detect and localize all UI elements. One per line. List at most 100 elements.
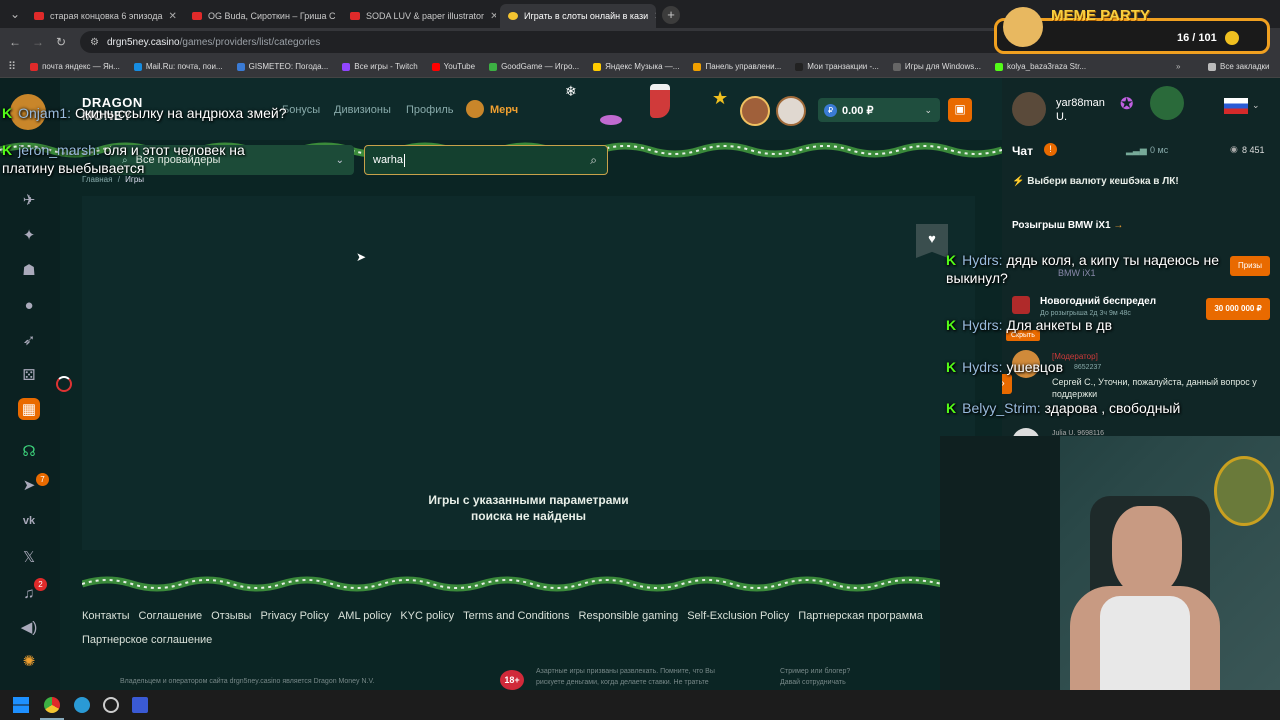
stocking-icon: [650, 84, 670, 118]
slots-icon[interactable]: ▦: [18, 398, 40, 420]
tab-search-icon[interactable]: ⌄: [4, 7, 26, 21]
meme-party-widget: MEME PARTY 16 / 101: [994, 7, 1270, 54]
bookmark-item[interactable]: Все игры - Twitch: [342, 62, 418, 71]
casino-favicon-icon: [508, 12, 518, 20]
nav-merch[interactable]: Мерч: [490, 104, 518, 116]
nav-profile[interactable]: Профиль: [406, 104, 454, 116]
bookmark-item[interactable]: GoodGame — Игро...: [489, 62, 579, 71]
footer-partner[interactable]: Стример или блогер? Давай сотрудничать: [780, 666, 850, 688]
bookmarks-bar: ⠿ почта яндекс — Ян... Mail.Ru: почта, по…: [0, 56, 1280, 78]
game-search-input[interactable]: warha ⌕: [364, 145, 608, 175]
bookmark-item[interactable]: Яндекс Музыка —...: [593, 62, 679, 71]
browser-tab[interactable]: OG Buda, Сироткин – Гриша С ✕: [184, 4, 338, 28]
browser-tab-active[interactable]: Играть в слоты онлайн в кази ✕: [500, 4, 656, 28]
footer-link[interactable]: Terms and Conditions: [463, 610, 569, 622]
user-info[interactable]: yar88man U.: [1056, 96, 1105, 124]
chat-username: Hydrs:: [962, 317, 1003, 333]
chevron-down-icon[interactable]: ⌄: [1252, 100, 1260, 111]
raffle-header[interactable]: Розыгрыш BMW iX1 →: [1012, 220, 1123, 231]
site-info-icon[interactable]: ⚙: [90, 37, 99, 48]
footer-link[interactable]: AML policy: [338, 610, 391, 622]
bookmark-item[interactable]: Mail.Ru: почта, пои...: [133, 62, 223, 71]
bookmark-item[interactable]: Панель управлени...: [693, 62, 781, 71]
avatar[interactable]: [1012, 92, 1046, 126]
footer-link[interactable]: Контакты: [82, 610, 130, 622]
url-path: /games/providers/list/categories: [179, 36, 321, 48]
back-icon[interactable]: ←: [4, 35, 26, 49]
bookmark-item[interactable]: GISMETEO: Погода...: [236, 62, 328, 71]
x-icon[interactable]: 𝕏: [18, 546, 40, 568]
chevron-down-icon[interactable]: ⌄: [924, 105, 932, 116]
chrome-icon[interactable]: [44, 697, 60, 713]
bookmark-favicon-icon: [236, 62, 245, 71]
avatar[interactable]: [776, 96, 806, 126]
bookmark-item[interactable]: kolya_baza3raza Str...: [994, 62, 1086, 71]
raffle-title: Розыгрыш BMW iX1: [1012, 220, 1111, 231]
lamp-icon[interactable]: ✺: [18, 650, 40, 672]
vk-icon[interactable]: vk: [18, 510, 40, 532]
username: yar88man: [1056, 97, 1105, 109]
obs-icon[interactable]: [103, 697, 119, 713]
footer-link[interactable]: Партнерское соглашение: [82, 634, 212, 646]
bookmark-item[interactable]: Мои транзакции -...: [795, 62, 879, 71]
footer-partner-line: Стример или блогер?: [780, 668, 851, 675]
cashback-notice[interactable]: ⚡ Выбери валюту кешбэка в ЛК!: [1012, 176, 1179, 187]
bookmark-favicon-icon: [593, 62, 602, 71]
tournament-icon[interactable]: ✦: [18, 224, 40, 246]
footer-warning: Азартные игры призваны развлекать. Помни…: [536, 666, 715, 688]
close-icon[interactable]: ✕: [163, 11, 177, 22]
dice-icon[interactable]: ⚄: [18, 364, 40, 386]
browser-tab[interactable]: SODA LUV & paper illustrator ✕: [342, 4, 496, 28]
rocket-icon[interactable]: ➶: [18, 329, 40, 351]
flag-ru-icon[interactable]: [1224, 98, 1248, 114]
notification-badge: 7: [36, 473, 49, 486]
footer-link[interactable]: Privacy Policy: [260, 610, 328, 622]
apps-icon[interactable]: ⠿: [8, 60, 16, 73]
footer-link[interactable]: Отзывы: [211, 610, 251, 622]
close-icon[interactable]: ✕: [484, 11, 496, 22]
footer-warning-line: Азартные игры призваны развлекать. Помни…: [536, 668, 715, 675]
mouse-cursor-icon: ➤: [356, 250, 367, 264]
bookmark-item[interactable]: почта яндекс — Ян...: [30, 62, 120, 71]
bomb-icon[interactable]: ●: [18, 294, 40, 316]
bookmark-item[interactable]: Игры для Windows...: [892, 62, 981, 71]
bookmark-label: GoodGame — Игро...: [501, 62, 580, 71]
close-icon[interactable]: ✕: [336, 11, 338, 22]
chevron-down-icon: ⌄: [335, 154, 344, 166]
search-icon[interactable]: ⌕: [590, 153, 597, 168]
telegram-taskbar-icon[interactable]: [74, 697, 90, 713]
avatar[interactable]: [740, 96, 770, 126]
footer-link[interactable]: Партнерская программа: [798, 610, 923, 622]
platform-icon: K: [2, 105, 13, 121]
windows-start-icon[interactable]: [13, 697, 29, 713]
reload-icon[interactable]: ↻: [50, 35, 72, 49]
forward-icon[interactable]: →: [27, 35, 49, 49]
close-icon[interactable]: ✕: [648, 11, 656, 22]
footer-link[interactable]: Self-Exclusion Policy: [687, 610, 789, 622]
wallet-button[interactable]: ▣: [948, 98, 972, 122]
newyear-title: Новогодний беспредел: [1040, 296, 1157, 307]
new-tab-button[interactable]: +: [662, 6, 680, 24]
chat-title: Чат: [1012, 144, 1033, 158]
footer-link[interactable]: Responsible gaming: [579, 610, 679, 622]
balance-widget[interactable]: ₽ 0.00 ₽ ⌄: [818, 98, 940, 122]
windows-taskbar: [0, 690, 1280, 720]
snowflake-icon: ❄: [565, 83, 577, 99]
garland-decoration: [82, 576, 942, 592]
bookmark-favicon-icon: [892, 62, 901, 71]
all-bookmarks[interactable]: Все закладки: [1208, 62, 1269, 71]
browser-tab[interactable]: старая концовка 6 эпизода ✕: [26, 4, 180, 28]
bookmark-item[interactable]: YouTube: [431, 62, 475, 71]
info-icon[interactable]: !: [1044, 143, 1057, 156]
expand-chat-button[interactable]: ›: [1002, 374, 1012, 394]
footer-link[interactable]: KYC policy: [400, 610, 454, 622]
save-icon[interactable]: [132, 697, 148, 713]
rocket-icon[interactable]: ✈: [18, 189, 40, 211]
user-icon[interactable]: ☗: [18, 259, 40, 281]
nav-divisions[interactable]: Дивизионы: [334, 104, 391, 116]
support-icon[interactable]: ☊: [18, 440, 40, 462]
sound-icon[interactable]: ◀): [18, 616, 40, 638]
more-bookmarks-icon[interactable]: »: [1176, 62, 1180, 71]
footer-link[interactable]: Соглашение: [139, 610, 203, 622]
webcam-background: [940, 436, 1060, 690]
